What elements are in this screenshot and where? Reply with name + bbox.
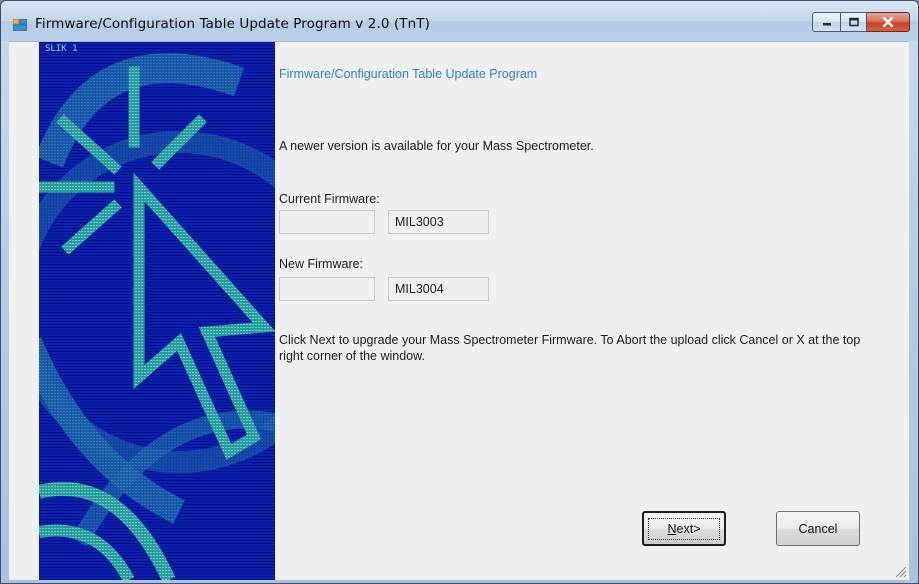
left-margin (9, 42, 39, 580)
new-firmware-value-field: MIL3004 (388, 277, 489, 301)
window-title: Firmware/Configuration Table Update Prog… (35, 16, 431, 32)
next-button-focus: Next> (648, 517, 720, 540)
maximize-button[interactable] (840, 12, 867, 32)
app-window-icon[interactable] (13, 19, 27, 31)
banner-label: SLIK 1 (45, 44, 78, 54)
current-firmware-value-field: MIL3003 (388, 210, 489, 234)
current-firmware-prefix-field (279, 210, 375, 234)
cancel-button[interactable]: Cancel (776, 511, 860, 546)
next-button-label: ext> (676, 521, 701, 536)
new-firmware-prefix-field (279, 277, 375, 301)
page-title: Firmware/Configuration Table Update Prog… (279, 67, 538, 81)
next-mnemonic: N (667, 521, 677, 536)
close-icon (882, 16, 894, 28)
update-available-message: A newer version is available for your Ma… (279, 139, 594, 153)
current-firmware-label: Current Firmware: (279, 192, 380, 206)
minimize-icon (822, 23, 831, 26)
maximize-icon (848, 17, 859, 27)
close-button[interactable] (867, 12, 910, 32)
dialog-client-area: SLIK 1 Firmware/Configuration Table Upda… (9, 41, 909, 580)
upgrade-instructions: Click Next to upgrade your Mass Spectrom… (279, 333, 861, 363)
side-banner: SLIK 1 (39, 42, 275, 580)
new-firmware-label: New Firmware: (279, 257, 364, 271)
cursor-arrow-burst-graphic (39, 53, 275, 580)
caption-buttons (812, 12, 910, 34)
next-button[interactable]: Next> (642, 511, 726, 546)
resize-grip-icon[interactable] (893, 564, 907, 578)
update-program-window: Firmware/Configuration Table Update Prog… (0, 0, 919, 584)
content-panel: Firmware/Configuration Table Update Prog… (279, 42, 909, 580)
title-bar[interactable]: Firmware/Configuration Table Update Prog… (1, 1, 918, 41)
minimize-button[interactable] (812, 12, 840, 32)
